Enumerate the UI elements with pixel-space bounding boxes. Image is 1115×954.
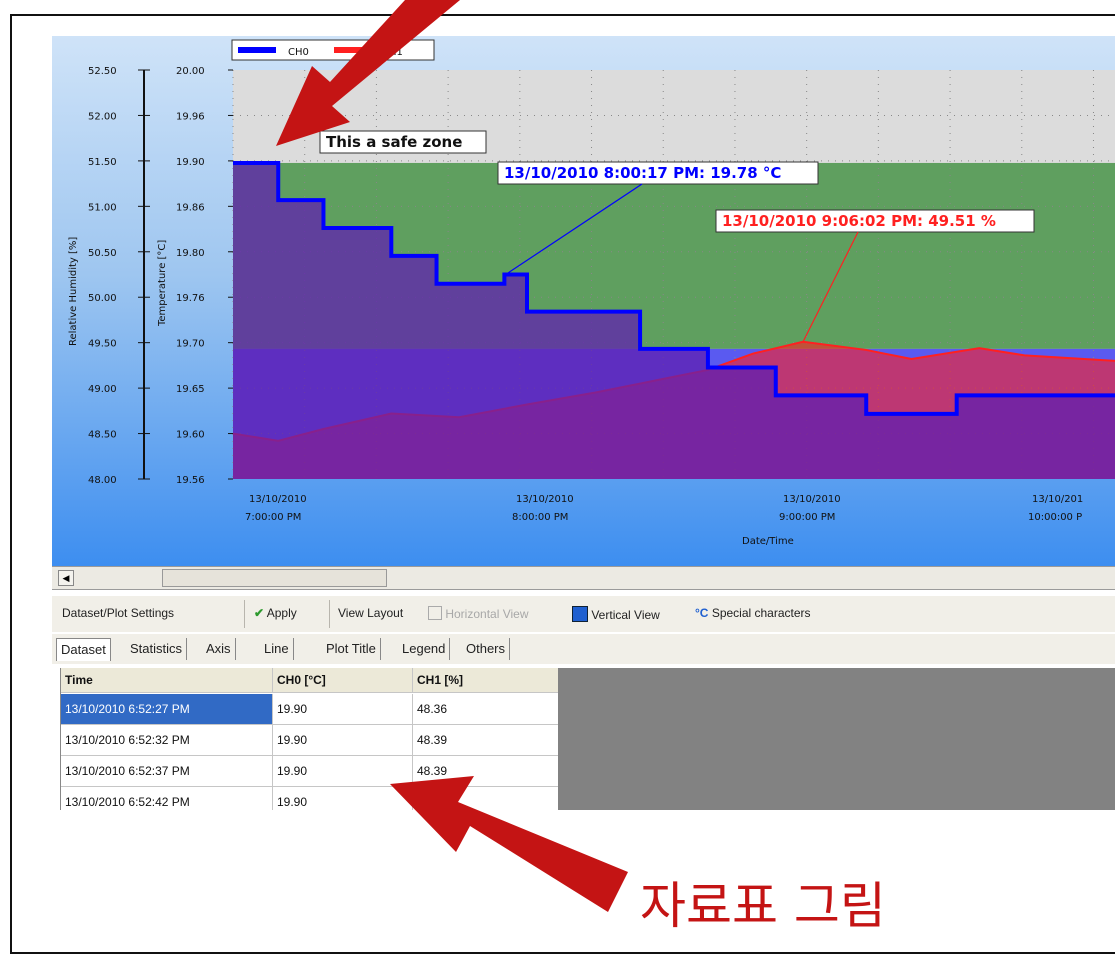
horizontal-scrollbar[interactable]: ◀ <box>52 566 1115 590</box>
grid-cell[interactable]: 13/10/2010 6:52:27 PM <box>61 694 273 724</box>
vertical-view-label: Vertical View <box>591 608 660 622</box>
scroll-thumb[interactable] <box>162 569 387 587</box>
temp-tick-label: 20.00 <box>176 66 205 77</box>
temp-tick-label: 19.65 <box>176 384 205 395</box>
humidity-tick-label: 50.00 <box>88 293 117 304</box>
grid-header-row: Time CH0 [°C] CH1 [%] <box>61 668 559 693</box>
horizontal-view-icon <box>428 606 442 620</box>
humidity-tick-label: 51.50 <box>88 157 117 168</box>
temperature-axis-title: Temperature [°C] <box>157 240 168 327</box>
ch1-callout-text: 13/10/2010 9:06:02 PM: 49.51 % <box>722 212 996 230</box>
humidity-axis-title: Relative Humidity [%] <box>68 237 79 346</box>
special-characters-label: Special characters <box>711 606 811 620</box>
legend-swatch-ch0 <box>238 47 276 53</box>
temp-tick-label: 19.86 <box>176 202 205 213</box>
dataset-grid: Time CH0 [°C] CH1 [%] 13/10/2010 6:52:27… <box>60 668 559 810</box>
x-tick-date: 13/10/2010 <box>783 494 841 505</box>
grid-cell[interactable]: 48.39 <box>413 756 559 786</box>
chart-area: CH0 CH1 52.50 52.00 51.50 51.00 50.50 50.00 49.5… <box>52 36 1115 566</box>
temp-tick-label: 19.70 <box>176 339 205 350</box>
settings-toolbar: Dataset/Plot Settings ✔ Apply View Layou… <box>52 596 1115 632</box>
grid-cell[interactable]: 13/10/2010 6:52:37 PM <box>61 756 273 786</box>
grid-cell[interactable]: 19.90 <box>273 756 413 786</box>
tab-dataset[interactable]: Dataset <box>56 638 111 661</box>
tab-legend[interactable]: Legend <box>398 638 451 660</box>
grid-header-ch1[interactable]: CH1 [%] <box>413 668 559 692</box>
humidity-tick-label: 50.50 <box>88 248 117 259</box>
settings-tabs: Dataset Statistics Axis Line Plot Title … <box>52 634 1115 664</box>
grid-cell[interactable]: 19.90 <box>273 725 413 755</box>
vertical-view-icon <box>572 606 588 622</box>
scroll-left-arrow-icon[interactable]: ◀ <box>58 570 74 586</box>
horizontal-view-button[interactable]: Horizontal View <box>428 606 529 621</box>
tab-line[interactable]: Line <box>260 638 294 660</box>
temp-tick-label: 19.60 <box>176 430 205 441</box>
chart: CH0 CH1 52.50 52.00 51.50 51.00 50.50 50.00 49.5… <box>68 39 1115 547</box>
toolbar-separator <box>244 600 245 628</box>
legend-label-ch0: CH0 <box>288 47 309 58</box>
humidity-tick-label: 51.00 <box>88 202 117 213</box>
grid-cell[interactable]: 19.90 <box>273 694 413 724</box>
legend-label-ch1: CH1 <box>382 47 403 58</box>
table-row[interactable]: 13/10/2010 6:52:42 PM 19.90 <box>61 787 559 810</box>
grid-cell[interactable]: 48.36 <box>413 694 559 724</box>
grid-cell[interactable] <box>413 787 559 810</box>
x-tick-time: 10:00:00 P <box>1028 512 1082 523</box>
grid-cell[interactable]: 19.90 <box>273 787 413 810</box>
caption-text: 자료표 그림 <box>640 877 886 935</box>
checkmark-icon: ✔ <box>254 606 265 620</box>
temp-tick-label: 19.56 <box>176 475 205 486</box>
humidity-tick-label: 49.50 <box>88 339 117 350</box>
grid-cell[interactable]: 13/10/2010 6:52:32 PM <box>61 725 273 755</box>
humidity-tick-label: 49.00 <box>88 384 117 395</box>
humidity-tick-label: 48.00 <box>88 475 117 486</box>
x-tick-time: 9:00:00 PM <box>779 512 835 523</box>
temp-tick-label: 19.90 <box>176 157 205 168</box>
apply-button[interactable]: ✔ Apply <box>254 606 297 620</box>
vertical-view-button[interactable]: Vertical View <box>572 606 660 622</box>
table-row[interactable]: 13/10/2010 6:52:37 PM 19.90 48.39 <box>61 756 559 787</box>
temp-tick-label: 19.80 <box>176 248 205 259</box>
view-layout-label: View Layout <box>338 606 404 620</box>
tab-plot-title[interactable]: Plot Title <box>322 638 381 660</box>
tab-axis[interactable]: Axis <box>202 638 236 660</box>
table-row[interactable]: 13/10/2010 6:52:32 PM 19.90 48.39 <box>61 725 559 756</box>
special-characters-button[interactable]: °C Special characters <box>695 606 811 620</box>
grid-header-time[interactable]: Time <box>61 668 273 692</box>
grid-cell[interactable]: 48.39 <box>413 725 559 755</box>
grid-header-ch0[interactable]: CH0 [°C] <box>273 668 413 692</box>
x-axis-title: Date/Time <box>742 536 794 547</box>
table-row[interactable]: 13/10/2010 6:52:27 PM 19.90 48.36 <box>61 694 559 725</box>
x-tick-time: 8:00:00 PM <box>512 512 568 523</box>
tab-others[interactable]: Others <box>462 638 511 660</box>
toolbar-separator <box>329 600 330 628</box>
humidity-tick-label: 52.00 <box>88 111 117 122</box>
horizontal-view-label: Horizontal View <box>445 607 529 621</box>
grid-empty-area <box>558 668 1115 810</box>
section-label: Dataset/Plot Settings <box>62 606 175 620</box>
grid-cell[interactable]: 13/10/2010 6:52:42 PM <box>61 787 273 810</box>
ch0-callout-text: 13/10/2010 8:00:17 PM: 19.78 °C <box>504 164 781 182</box>
x-tick-date: 13/10/2010 <box>249 494 307 505</box>
legend-swatch-ch1 <box>334 47 372 53</box>
safe-zone-label: This a safe zone <box>326 133 462 151</box>
x-tick-date: 13/10/201 <box>1032 494 1083 505</box>
apply-label: Apply <box>266 606 297 620</box>
temp-tick-label: 19.76 <box>176 293 205 304</box>
x-tick-time: 7:00:00 PM <box>245 512 301 523</box>
special-characters-icon: °C <box>695 606 709 620</box>
tab-statistics[interactable]: Statistics <box>126 638 188 660</box>
humidity-tick-label: 52.50 <box>88 66 117 77</box>
humidity-tick-label: 48.50 <box>88 430 117 441</box>
x-tick-date: 13/10/2010 <box>516 494 574 505</box>
temp-tick-label: 19.96 <box>176 111 205 122</box>
